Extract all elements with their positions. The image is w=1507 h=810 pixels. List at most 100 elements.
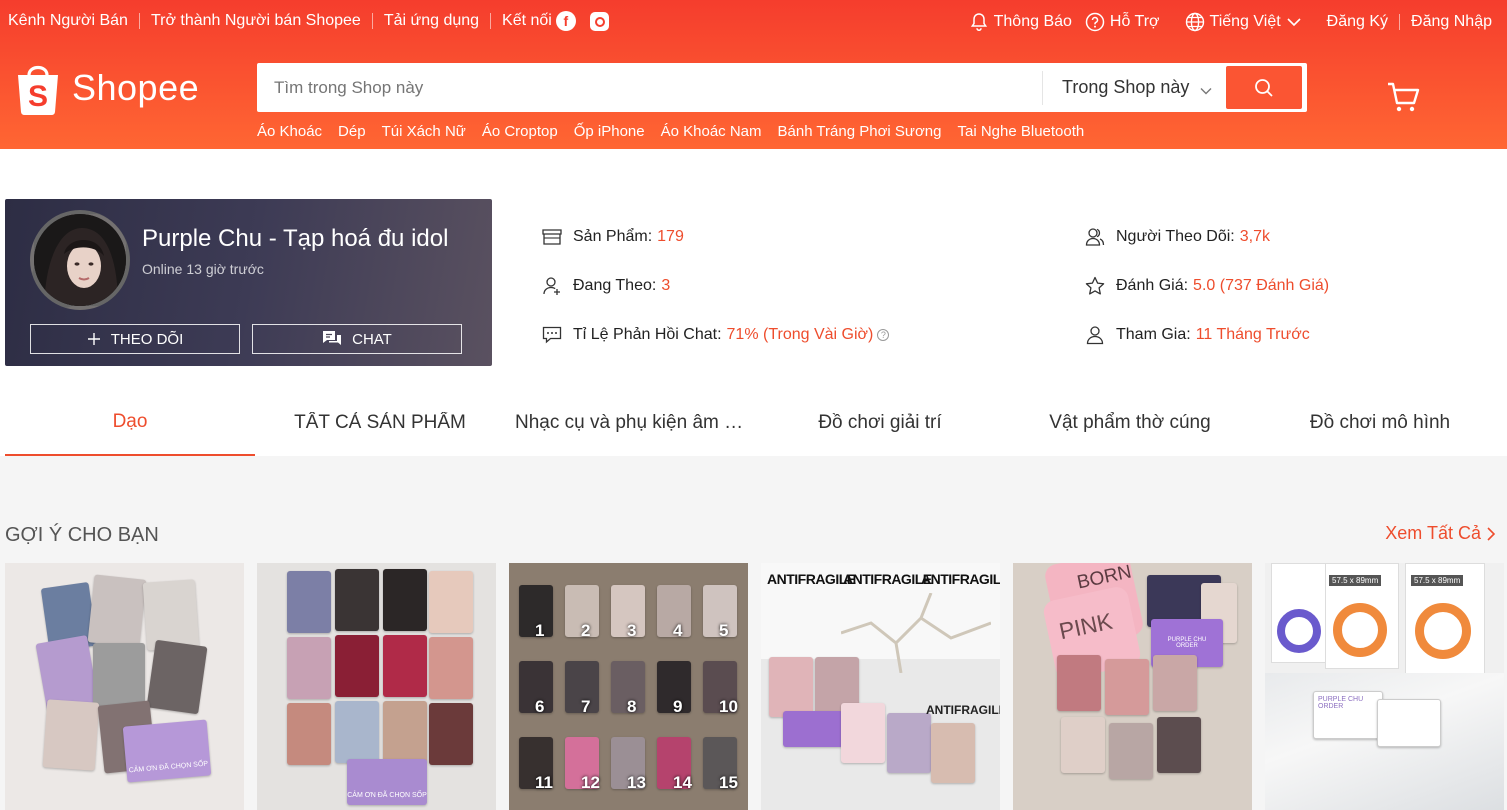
photocard-image [42,699,100,771]
topbar-left: Kênh Người Bán Trở thành Người bán Shope… [8,11,609,31]
chat-label: CHAT [352,330,392,348]
sleeve-size-label: 57.5 x 89mm [1411,575,1464,586]
stat-label: Sản Phẩm: [573,228,653,245]
keyword-link[interactable]: Áo Croptop [482,123,558,140]
shop-profile-card: Purple Chu - Tạp hoá đu idol Online 13 g… [5,199,492,366]
chevron-right-icon [1487,526,1495,541]
photocard-image [335,701,379,763]
tab-model-toys[interactable]: Đồ chơi mô hình [1255,390,1505,456]
seller-center-link[interactable]: Kênh Người Bán [8,12,128,30]
tab-label: Đồ chơi giải trí [818,412,942,433]
tab-toys[interactable]: Đồ chơi giải trí [755,390,1005,456]
language-label: Tiếng Việt [1209,13,1281,30]
shop-avatar[interactable] [30,210,130,310]
album-art-crack [841,593,991,673]
user-add-icon [541,275,563,297]
keyword-link[interactable]: Bánh Tráng Phơi Sương [778,123,942,140]
stat-products: Sản Phẩm: 179 [541,225,684,249]
search-button[interactable] [1226,66,1302,109]
topbar-right: Thông Báo Hỗ Trợ Tiếng Việt Đăng Ký Đăng… [968,11,1492,33]
photocard-number: 2 [581,621,591,640]
tab-explore[interactable]: Dạo [5,390,255,456]
thank-you-text: CẢM ƠN ĐÃ CHỌN SỐP [347,792,427,799]
help-icon [1084,11,1106,33]
language-selector[interactable]: Tiếng Việt [1184,11,1301,33]
search-scope-label: Trong Shop này [1062,77,1190,97]
stat-following: Đang Theo: 3 [541,274,670,298]
photocard-number: 9 [673,697,683,716]
search-icon [1254,78,1274,98]
photocard-image [87,574,147,648]
tab-worship-items[interactable]: Vật phẩm thờ cúng [1005,390,1255,456]
stat-label: Tham Gia: [1116,326,1191,343]
see-all-link[interactable]: Xem Tất Cả [1385,523,1495,544]
chevron-down-icon [1287,17,1301,27]
tab-music-instruments[interactable]: Nhạc cụ và phụ kiện âm thanh [505,390,755,456]
photocard-image [142,579,200,651]
product-card[interactable]: BORN PINK PURPLE CHU ORDER [1013,563,1252,810]
product-card[interactable]: CẢM ƠN ĐÃ CHỌN SỐP [257,563,496,810]
help-link[interactable]: Hỗ Trợ [1084,11,1160,33]
photocard-image [287,637,331,699]
product-card[interactable]: 57.5 x 89mm 57.5 x 89mm PURPLE CHU ORDER [1265,563,1504,810]
stat-value: 3,7k [1239,228,1270,245]
download-app-link[interactable]: Tải ứng dụng [384,12,479,30]
stat-response-rate: Tỉ Lệ Phản Hồi Chat: 71% (Trong Vài Giờ)… [541,323,890,347]
followers-icon [1084,226,1106,248]
photocard-number: 14 [673,773,692,792]
photocard-image [335,569,379,631]
register-link[interactable]: Đăng Ký [1327,13,1388,31]
photocard-image [931,723,975,783]
search-scope-dropdown[interactable]: Trong Shop này [1042,70,1226,105]
stat-label: Đánh Giá: [1116,277,1189,294]
keyword-link[interactable]: Túi Xách Nữ [382,123,466,140]
help-label: Hỗ Trợ [1109,13,1160,30]
thank-you-card [783,711,843,747]
product-card[interactable]: ANTIFRAGILE ANTIFRAGILE ANTIFRAGILE ANTI… [761,563,1000,810]
connect-label: Kết nối [502,12,552,29]
stat-label: Đang Theo: [573,277,657,294]
keyword-link[interactable]: Tai Nghe Bluetooth [957,123,1084,140]
help-tooltip-icon[interactable]: ? [877,329,890,341]
tab-all-products[interactable]: TẤT CẢ SẢN PHẨM [255,390,505,456]
divider [490,13,492,29]
cart-icon[interactable] [1386,80,1420,114]
photocard-image [887,713,931,773]
divider [1399,14,1401,30]
tab-label: Đồ chơi mô hình [1309,412,1451,433]
album-title: ANTIFRAGILE [921,571,1000,587]
photocard-image [429,703,473,765]
shop-category-tabs: Dạo TẤT CẢ SẢN PHẨM Nhạc cụ và phụ kiện … [5,390,1507,456]
notifications-label: Thông Báo [993,13,1072,30]
keyword-link[interactable]: Áo Khoác Nam [661,123,762,140]
section-title: GỢI Ý CHO BẠN [5,524,159,546]
chat-bubble-icon [541,324,563,346]
search-input[interactable] [257,63,1042,112]
stat-value: 5.0 (737 Đánh Giá) [1193,277,1330,294]
product-card[interactable]: 1 2 3 4 5 6 7 8 9 10 11 12 13 14 15 [509,563,748,810]
keyword-link[interactable]: Áo Khoác [257,123,322,140]
shopee-logo[interactable]: S Shopee [14,60,199,116]
store-icon [541,226,563,248]
globe-icon [1184,11,1206,33]
stat-joined: Tham Gia: 11 Tháng Trước [1084,323,1310,347]
follow-button[interactable]: THEO DÕI [30,324,240,354]
become-seller-link[interactable]: Trở thành Người bán Shopee [151,12,361,30]
thank-you-card: CẢM ƠN ĐÃ CHỌN SỐP [122,719,212,783]
album-title: ANTIFRAGILE [926,703,1000,717]
shopee-bag-icon: S [14,60,62,116]
facebook-icon[interactable]: f [555,11,576,31]
top-navbar: Kênh Người Bán Trở thành Người bán Shope… [0,0,1507,42]
photocard-image [1157,717,1201,773]
see-all-label: Xem Tất Cả [1385,523,1481,543]
photocard-number: 12 [581,773,600,792]
product-card[interactable]: CẢM ƠN ĐÃ CHỌN SỐP [5,563,244,810]
login-link[interactable]: Đăng Nhập [1411,13,1492,31]
photocard-number: 4 [673,621,683,640]
keyword-link[interactable]: Dép [338,123,366,140]
keyword-link[interactable]: Ốp iPhone [574,123,645,140]
chat-button[interactable]: CHAT [252,324,462,354]
instagram-icon[interactable] [589,11,609,31]
notifications-link[interactable]: Thông Báo [968,11,1072,33]
stat-value: 11 Tháng Trước [1195,326,1310,343]
